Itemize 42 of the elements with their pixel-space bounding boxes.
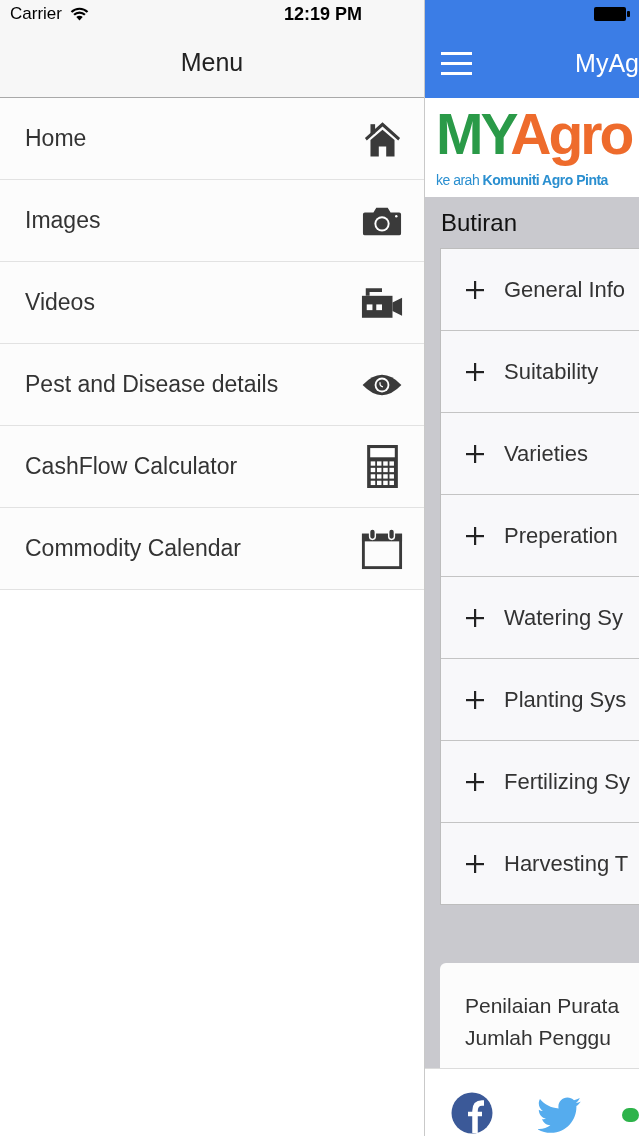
accordion-label: Harvesting T <box>504 850 629 877</box>
app-title: MyAg <box>575 48 639 78</box>
carrier-name: Carrier <box>10 4 62 24</box>
accordion-label: Preperation <box>504 522 618 549</box>
accordion-label: Suitability <box>504 358 599 385</box>
menu-item-label: Images <box>25 207 102 234</box>
status-time: 12:19 PM <box>283 3 362 25</box>
menu-item-label: Videos <box>25 289 96 316</box>
battery-icon <box>594 7 630 21</box>
bird-icon[interactable] <box>538 1097 582 1133</box>
facebook-icon[interactable] <box>451 1092 493 1134</box>
accordion-row[interactable]: Watering Sy <box>441 576 639 658</box>
rating-text: Jumlah Penggu <box>465 1025 611 1051</box>
accordion-row[interactable]: Fertilizing Sy <box>441 740 639 822</box>
tagline: ke arah Komuniti Agro Pinta <box>436 171 608 189</box>
menu-icon[interactable] <box>441 51 472 75</box>
accordion-label: Varieties <box>504 440 588 467</box>
calculator-icon <box>366 445 398 488</box>
eye-icon <box>361 372 403 397</box>
section-heading: Butiran <box>441 208 518 237</box>
accordion-row[interactable]: General Info <box>441 249 639 330</box>
rating-text: Penilaian Purata <box>465 993 620 1019</box>
menu-item-label: CashFlow Calculator <box>25 453 239 480</box>
accordion-row[interactable]: Preperation <box>441 494 639 576</box>
wifi-icon <box>69 7 89 21</box>
menu-item-label: Pest and Disease details <box>25 371 280 398</box>
accordion-label: Watering Sy <box>504 604 623 631</box>
accordion-row[interactable]: Harvesting T <box>441 822 639 904</box>
calendar-icon <box>361 527 403 570</box>
bubble-icon[interactable] <box>622 1108 639 1122</box>
accordion-row[interactable]: Planting Sys <box>441 658 639 740</box>
home-icon <box>363 120 401 157</box>
video-camera-icon <box>361 285 403 320</box>
menu-item-label: Commodity Calendar <box>25 535 243 562</box>
accordion-label: Planting Sys <box>504 686 627 713</box>
menu-title: Menu <box>180 48 244 77</box>
accordion-label: Fertilizing Sy <box>504 768 630 795</box>
accordion-row[interactable]: Suitability <box>441 330 639 412</box>
logo: MYAgro <box>436 102 633 166</box>
menu-item-label: Home <box>25 125 88 152</box>
accordion-label: General Info <box>504 276 626 303</box>
accordion-row[interactable]: Varieties <box>441 412 639 494</box>
